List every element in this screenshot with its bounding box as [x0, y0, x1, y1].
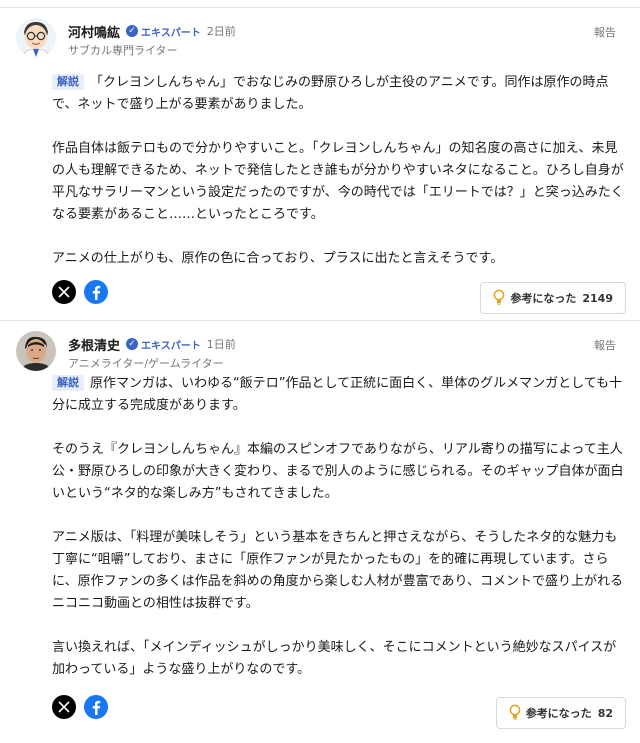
expert-badge-label: エキスパート — [141, 27, 201, 39]
comment-paragraph: 解説 「クレヨンしんちゃん」でおなじみの野原ひろしが主役のアニメです。同作は原作の… — [52, 72, 624, 116]
avatar[interactable] — [16, 18, 56, 58]
avatar[interactable] — [16, 331, 56, 371]
comment-body: 解説 原作マンガは、いわゆる“飯テロ”作品として正統に面白く、単体のグルメマンガと… — [52, 373, 624, 681]
paragraph-text: 「クレヨンしんちゃん」でおなじみの野原ひろしが主役のアニメです。同作は原作の時点… — [52, 75, 609, 112]
author-name[interactable]: 多根清史 — [68, 335, 120, 354]
x-logo-icon[interactable] — [52, 695, 76, 719]
post-time: 1日前 — [206, 338, 236, 351]
x-logo-icon[interactable] — [52, 280, 76, 304]
comment-header: 河村鳴紘 ✓ エキスパート 2日前 サブカル専門ライター 報告 — [16, 8, 626, 58]
verified-check-icon: ✓ — [126, 25, 139, 37]
comment-feed: 河村鳴紘 ✓ エキスパート 2日前 サブカル専門ライター 報告 解説 「クレヨンし… — [0, 0, 640, 743]
report-link[interactable]: 報告 — [594, 337, 616, 353]
paragraph-text: 原作マンガは、いわゆる“飯テロ”作品として正統に面白く、単体のグルメマンガとして… — [52, 376, 623, 413]
comment-paragraph: 言い換えれば、「メインディッシュがしっかり美味しく、そこにコメントという絶妙なス… — [52, 640, 617, 677]
share-buttons — [52, 280, 108, 304]
author-title: アニメライター/ゲームライター — [68, 357, 224, 370]
comment-paragraph: アニメの仕上がりも、原作の色に合っており、プラスに出たと言えそうです。 — [52, 251, 504, 266]
author-title: サブカル専門ライター — [68, 44, 178, 57]
commentary-label: 解説 — [52, 74, 84, 90]
helpful-count: 2149 — [582, 291, 613, 305]
facebook-logo-icon[interactable] — [84, 695, 108, 719]
comment-body: 解説 「クレヨンしんちゃん」でおなじみの野原ひろしが主役のアニメです。同作は原作の… — [52, 72, 624, 270]
comment-paragraph: 作品自体は飯テロもので分かりやすいこと。「クレヨンしんちゃん」の知名度の高さに加… — [52, 141, 624, 222]
helpful-button[interactable]: 参考になった 82 — [495, 697, 626, 729]
comment-paragraph: 解説 原作マンガは、いわゆる“飯テロ”作品として正統に面白く、単体のグルメマンガと… — [52, 373, 624, 417]
share-buttons — [52, 695, 108, 719]
commentary-label: 解説 — [52, 375, 84, 391]
expert-badge-label: エキスパート — [141, 340, 201, 352]
expert-badge: ✓ エキスパート — [126, 24, 201, 39]
comment-header: 多根清史 ✓ エキスパート 1日前 アニメライター/ゲームライター 報告 — [16, 321, 626, 371]
lightbulb-icon — [493, 289, 505, 308]
post-time: 2日前 — [206, 25, 236, 38]
facebook-logo-icon[interactable] — [84, 280, 108, 304]
helpful-button[interactable]: 参考になった 2149 — [480, 282, 626, 314]
comment-card: 多根清史 ✓ エキスパート 1日前 アニメライター/ゲームライター 報告 解説原… — [0, 320, 640, 741]
helpful-label: 参考になった — [510, 292, 577, 305]
helpful-label: 参考になった — [525, 707, 592, 720]
comment-card: 河村鳴紘 ✓ エキスパート 2日前 サブカル専門ライター 報告 解説 「クレヨンし… — [0, 8, 640, 320]
author-row: 多根清史 ✓ エキスパート 1日前 — [68, 335, 236, 354]
helpful-count: 82 — [597, 706, 613, 720]
verified-check-icon: ✓ — [126, 338, 139, 350]
expert-badge: ✓ エキスパート — [126, 337, 201, 352]
comment-paragraph: アニメ版は、「料理が美味しそう」という基本をきちんと押さえながら、そうしたネタ的… — [52, 530, 623, 611]
comment-paragraph: そのうえ『クレヨンしんちゃん』本編のスピンオフでありながら、リアル寄りの描写によ… — [52, 442, 624, 501]
report-link[interactable]: 報告 — [594, 24, 616, 40]
lightbulb-icon — [509, 704, 521, 723]
top-divider — [0, 0, 640, 8]
author-name[interactable]: 河村鳴紘 — [68, 22, 120, 41]
author-row: 河村鳴紘 ✓ エキスパート 2日前 — [68, 22, 236, 41]
